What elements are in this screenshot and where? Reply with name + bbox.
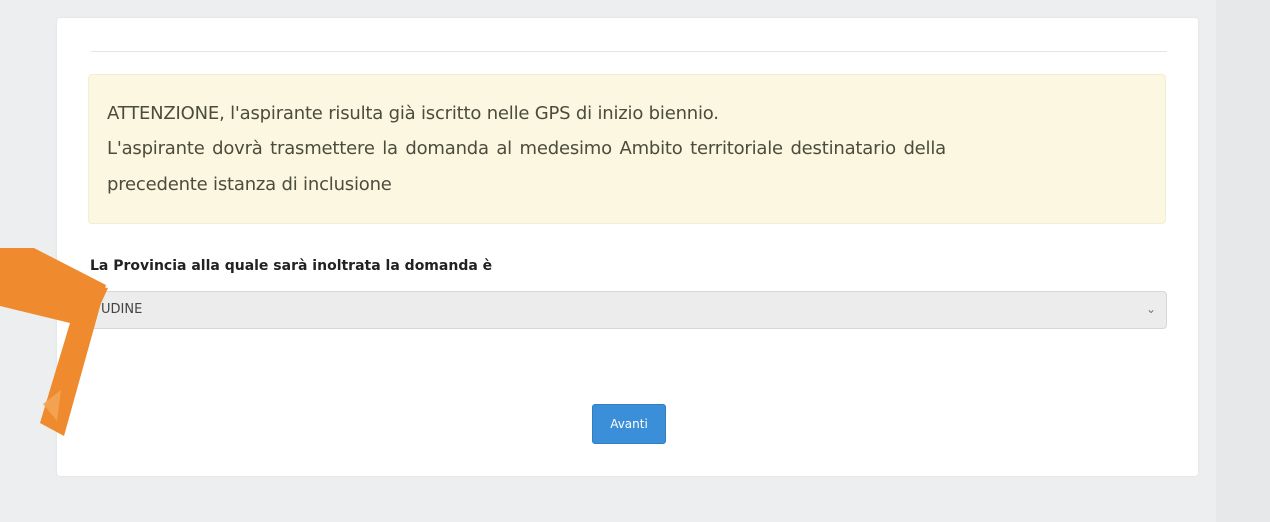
header-divider (91, 51, 1167, 52)
province-label: La Provincia alla quale sarà inoltrata l… (90, 258, 493, 274)
alert-line-1: ATTENZIONE, l'aspirante risulta già iscr… (107, 103, 719, 124)
right-background-strip (1216, 0, 1270, 522)
province-select[interactable]: UDINE ⌄ (88, 291, 1167, 329)
next-button[interactable]: Avanti (592, 404, 666, 444)
chevron-down-icon: ⌄ (1145, 302, 1156, 316)
form-card: ATTENZIONE, l'aspirante risulta già iscr… (57, 18, 1198, 476)
alert-line-3: precedente istanza di inclusione (107, 174, 392, 195)
alert-line-2: L'aspirante dovrà trasmettere la domanda… (107, 138, 946, 159)
warning-alert: ATTENZIONE, l'aspirante risulta già iscr… (88, 74, 1166, 224)
orange-arrow-icon (0, 248, 108, 436)
